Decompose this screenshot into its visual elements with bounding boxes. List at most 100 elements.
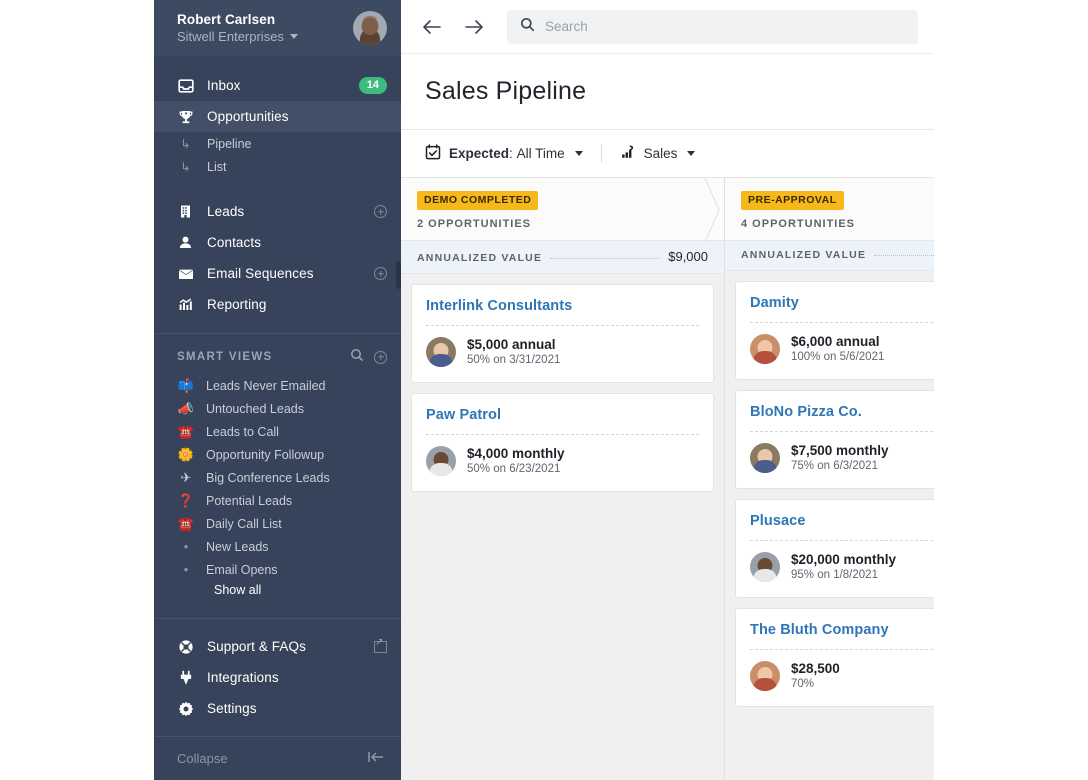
add-lead-icon[interactable] xyxy=(374,205,387,218)
sidebar-item-label: Opportunities xyxy=(207,109,289,124)
annualized-value-label: ANNUALIZED VALUE xyxy=(417,252,543,264)
leader-dots xyxy=(550,258,661,259)
smart-view-item[interactable]: ❓ Potential Leads xyxy=(154,489,401,512)
inbox-badge: 14 xyxy=(358,77,387,94)
card-title: The Bluth Company xyxy=(750,622,889,638)
column-cards: Interlink Consultants $5,000 annual 50% … xyxy=(401,274,724,780)
column-cards: Damity $6,000 annual 100% on 5/6/2021 Bl… xyxy=(725,271,934,780)
card-amount: $4,000 monthly xyxy=(467,446,565,461)
smart-view-label: Opportunity Followup xyxy=(206,447,325,462)
page-title: Sales Pipeline xyxy=(425,77,587,105)
mailbox-icon: 📫 xyxy=(177,378,195,393)
collapse-arrow-icon xyxy=(367,750,385,767)
sidebar-subitem-pipeline[interactable]: ↳ Pipeline xyxy=(154,132,401,155)
top-bar: Search xyxy=(401,0,934,54)
lifebuoy-icon xyxy=(177,639,194,655)
card-title: Plusace xyxy=(750,513,806,529)
search-input[interactable]: Search xyxy=(507,9,918,44)
opportunity-card[interactable]: Damity $6,000 annual 100% on 5/6/2021 xyxy=(735,281,934,380)
building-icon xyxy=(177,204,194,219)
card-probability-date: 95% on 1/8/2021 xyxy=(791,569,878,581)
leader-dots xyxy=(874,255,934,256)
add-sequence-icon[interactable] xyxy=(374,267,387,280)
corner-arrow-icon: ↳ xyxy=(180,159,191,174)
sidebar-item-label: Settings xyxy=(207,701,257,716)
user-org: Sitwell Enterprises xyxy=(177,28,353,45)
sidebar-item-settings[interactable]: Settings xyxy=(154,693,401,724)
sidebar-subitem-label: List xyxy=(207,159,227,174)
sidebar-item-inbox[interactable]: Inbox 14 xyxy=(154,70,401,101)
collapse-sidebar-button[interactable]: Collapse xyxy=(154,736,401,780)
gear-icon xyxy=(177,701,194,717)
smart-view-item[interactable]: • Email Opens xyxy=(154,558,401,581)
sidebar-item-contacts[interactable]: Contacts xyxy=(154,227,401,258)
forward-button[interactable] xyxy=(457,10,491,44)
expected-label: Expected: All Time xyxy=(449,146,565,161)
sidebar-user-menu[interactable]: Robert Carlsen Sitwell Enterprises xyxy=(154,0,401,56)
plug-icon xyxy=(177,670,194,686)
smart-views-title: SMART VIEWS xyxy=(177,351,273,363)
collapse-label: Collapse xyxy=(177,751,228,766)
calendar-check-icon xyxy=(425,144,441,163)
corner-arrow-icon: ↳ xyxy=(180,136,191,151)
annualized-value-label: ANNUALIZED VALUE xyxy=(741,249,867,261)
card-amount-block: $5,000 annual 50% on 3/31/2021 xyxy=(467,336,560,368)
add-smart-view-icon[interactable] xyxy=(374,350,387,364)
smart-view-item[interactable]: 🌼 Opportunity Followup xyxy=(154,443,401,466)
sidebar-item-reporting[interactable]: Reporting xyxy=(154,289,401,320)
opportunity-card[interactable]: Paw Patrol $4,000 monthly 50% on 6/23/20… xyxy=(411,393,714,492)
smart-view-label: Leads to Call xyxy=(206,424,279,439)
avatar xyxy=(426,446,456,476)
smart-view-label: New Leads xyxy=(206,539,269,554)
opportunity-card[interactable]: The Bluth Company $28,500 70% xyxy=(735,608,934,707)
sidebar-item-integrations[interactable]: Integrations xyxy=(154,662,401,693)
sidebar-item-leads[interactable]: Leads xyxy=(154,196,401,227)
card-body: $20,000 monthly 95% on 1/8/2021 xyxy=(750,551,934,583)
card-amount-block: $28,500 70% xyxy=(791,660,840,692)
expected-bold: Expected xyxy=(449,146,510,161)
card-title: Paw Patrol xyxy=(426,407,502,423)
inbox-icon xyxy=(177,78,194,94)
search-icon[interactable] xyxy=(350,348,364,367)
person-icon xyxy=(177,235,194,250)
card-divider xyxy=(750,540,934,541)
avatar[interactable] xyxy=(353,11,387,45)
card-amount-block: $4,000 monthly 50% on 6/23/2021 xyxy=(467,445,565,477)
card-divider xyxy=(750,431,934,432)
sidebar-item-email-sequences[interactable]: Email Sequences xyxy=(154,258,401,289)
expected-value: All Time xyxy=(516,146,565,161)
card-divider xyxy=(426,325,699,326)
smart-view-item[interactable]: • New Leads xyxy=(154,535,401,558)
sidebar-item-label: Reporting xyxy=(207,297,267,312)
smart-view-item[interactable]: ✈ Big Conference Leads xyxy=(154,466,401,489)
external-link-icon[interactable] xyxy=(374,638,387,653)
smart-view-item[interactable]: ☎️ Leads to Call xyxy=(154,420,401,443)
funnel-icon xyxy=(620,144,636,163)
card-divider xyxy=(750,322,934,323)
card-title: Damity xyxy=(750,295,799,311)
show-all-link[interactable]: Show all xyxy=(154,581,401,597)
card-title: BloNo Pizza Co. xyxy=(750,404,862,420)
opportunity-card[interactable]: Interlink Consultants $5,000 annual 50% … xyxy=(411,284,714,383)
sidebar-subitem-list[interactable]: ↳ List xyxy=(154,155,401,178)
flower-icon: 🌼 xyxy=(177,447,195,462)
sidebar-item-opportunities[interactable]: Opportunities xyxy=(154,101,401,132)
smart-view-item[interactable]: 📣 Untouched Leads xyxy=(154,397,401,420)
sidebar-user-text: Robert Carlsen Sitwell Enterprises xyxy=(177,11,353,45)
smart-view-item[interactable]: ☎️ Daily Call List xyxy=(154,512,401,535)
megaphone-icon: 📣 xyxy=(177,401,195,416)
status-badge: DEMO COMPLETED xyxy=(417,191,539,210)
opportunity-card[interactable]: BloNo Pizza Co. $7,500 monthly 75% on 6/… xyxy=(735,390,934,489)
smart-view-item[interactable]: 📫 Leads Never Emailed xyxy=(154,374,401,397)
opportunity-card[interactable]: Plusace $20,000 monthly 95% on 1/8/2021 xyxy=(735,499,934,598)
smart-view-label: Email Opens xyxy=(206,562,278,577)
telephone-icon: ☎️ xyxy=(177,424,195,439)
pipeline-filter[interactable]: Sales xyxy=(600,144,714,163)
expected-date-filter[interactable]: Expected: All Time xyxy=(425,144,601,163)
sidebar-item-support[interactable]: Support & FAQs xyxy=(154,631,401,662)
card-probability-date: 100% on 5/6/2021 xyxy=(791,351,885,363)
main-content: Search Sales Pipeline Expected: All Time xyxy=(401,0,934,780)
back-button[interactable] xyxy=(415,10,449,44)
